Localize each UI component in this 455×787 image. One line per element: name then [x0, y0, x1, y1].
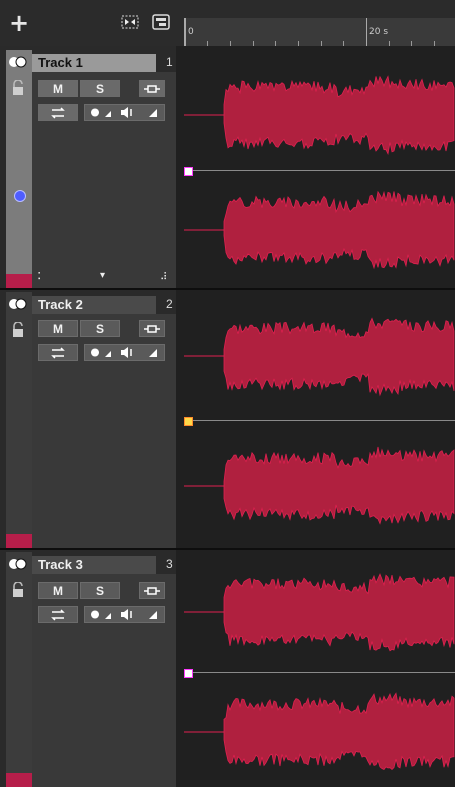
lock-open-icon[interactable] [11, 582, 25, 598]
waveform-track2-right [184, 446, 455, 525]
track-number: 2 [166, 297, 173, 311]
solo-button[interactable]: S [80, 320, 120, 337]
record-monitor-icons [91, 107, 157, 118]
ruler-label-20s: 20 s [369, 27, 389, 37]
routing-button[interactable] [38, 606, 78, 623]
track-name: Track 1 [38, 55, 83, 70]
volume-envelope-node[interactable] [184, 417, 193, 426]
track-panel-1[interactable]: Track 1 1 M S ⠨ ▾ ⠼ [0, 50, 184, 288]
routing-button[interactable] [38, 344, 78, 361]
track-separator[interactable] [0, 548, 455, 550]
insert-plugin-button[interactable] [139, 320, 165, 337]
plugin-icon [144, 325, 160, 333]
track-title-row: Track 2 [6, 292, 172, 314]
lock-open-icon[interactable] [11, 80, 25, 96]
waveform-area[interactable] [184, 46, 455, 787]
swap-icon [51, 609, 65, 621]
track-name-field[interactable]: Track 1 [32, 54, 156, 72]
waveform-track3-left [184, 573, 455, 652]
plugin-icon [144, 85, 160, 93]
mute-button[interactable]: M [38, 582, 78, 599]
mute-button[interactable]: M [38, 320, 78, 337]
record-monitor-icons [91, 347, 157, 358]
panel-splitter[interactable] [176, 46, 184, 787]
top-toolbar: + 0 20 s [0, 0, 455, 46]
track-number: 1 [166, 55, 173, 69]
track-panel-3[interactable]: Track 3 3 M S [0, 552, 184, 787]
fit-view-icon[interactable] [121, 14, 139, 30]
track-panel-2[interactable]: Track 2 2 M S [0, 292, 184, 548]
volume-envelope-node[interactable] [184, 167, 193, 176]
ruler-major-tick [185, 18, 186, 46]
waveform-track1-left [184, 75, 455, 155]
track-title-row: Track 3 [6, 552, 172, 574]
resize-grip-icon[interactable]: ⠼ [160, 272, 167, 283]
track-name-field[interactable]: Track 3 [32, 556, 156, 574]
lock-open-icon[interactable] [11, 322, 25, 338]
time-ruler[interactable]: 0 20 s [184, 18, 455, 46]
filter-icon[interactable]: ▾ [100, 270, 105, 281]
mute-button[interactable]: M [38, 80, 78, 97]
selected-node-indicator[interactable] [14, 190, 26, 202]
track-name: Track 3 [38, 557, 83, 572]
track-separator[interactable] [0, 288, 455, 290]
track-name: Track 2 [38, 297, 83, 312]
routing-button[interactable] [38, 104, 78, 121]
waveform-track1-right [184, 190, 455, 270]
resize-handle-icon[interactable]: ⠨ [34, 272, 41, 283]
swap-icon [51, 107, 65, 119]
record-monitor-icons [91, 609, 157, 620]
stereo-icon[interactable] [8, 558, 28, 570]
track-color-swatch[interactable] [6, 773, 32, 787]
record-monitor-group[interactable] [84, 606, 165, 623]
track-color-swatch[interactable] [6, 534, 32, 548]
volume-envelope-node[interactable] [184, 669, 193, 678]
record-monitor-group[interactable] [84, 104, 165, 121]
solo-button[interactable]: S [80, 80, 120, 97]
track-number: 3 [166, 557, 173, 571]
plugin-icon [144, 587, 160, 595]
channel-divider [184, 672, 455, 673]
waveform-track3-right [184, 692, 455, 771]
track-layout-icon[interactable] [152, 14, 170, 30]
track-color-swatch[interactable] [6, 274, 32, 288]
swap-icon [51, 347, 65, 359]
channel-divider [184, 170, 455, 171]
solo-button[interactable]: S [80, 582, 120, 599]
track-title-row: Track 1 [6, 50, 172, 72]
record-monitor-group[interactable] [84, 344, 165, 361]
ruler-major-tick [366, 18, 367, 46]
add-track-button[interactable]: + [6, 10, 32, 36]
waveform-track2-left [184, 317, 455, 397]
channel-divider [184, 420, 455, 421]
insert-plugin-button[interactable] [139, 80, 165, 97]
stereo-icon[interactable] [8, 298, 28, 310]
stereo-icon[interactable] [8, 56, 28, 68]
ruler-label-0: 0 [188, 27, 194, 37]
track-name-field[interactable]: Track 2 [32, 296, 156, 314]
insert-plugin-button[interactable] [139, 582, 165, 599]
